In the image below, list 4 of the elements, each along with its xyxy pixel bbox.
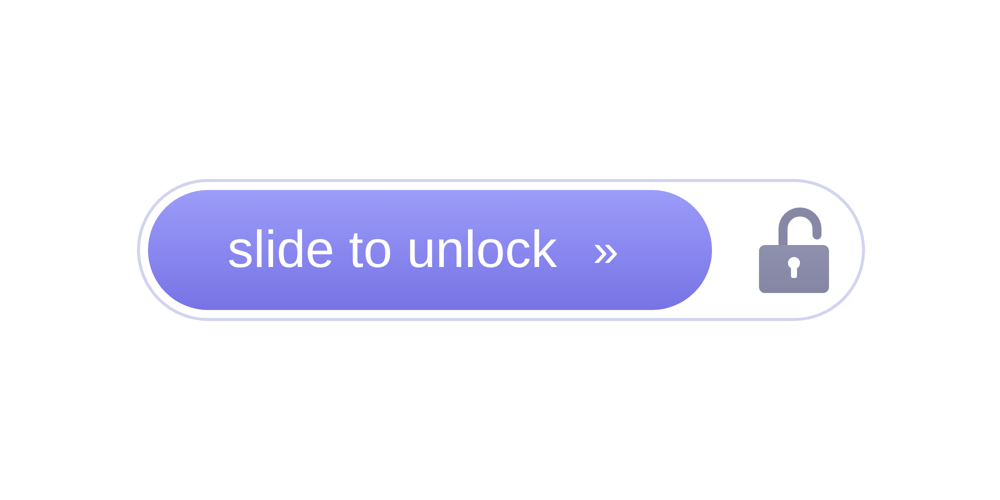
slider-handle[interactable]: slide to unlock » [148, 190, 712, 310]
slider-label: slide to unlock [228, 224, 558, 276]
unlocked-padlock-icon [758, 207, 828, 293]
arrow-glyph: » [593, 227, 619, 273]
